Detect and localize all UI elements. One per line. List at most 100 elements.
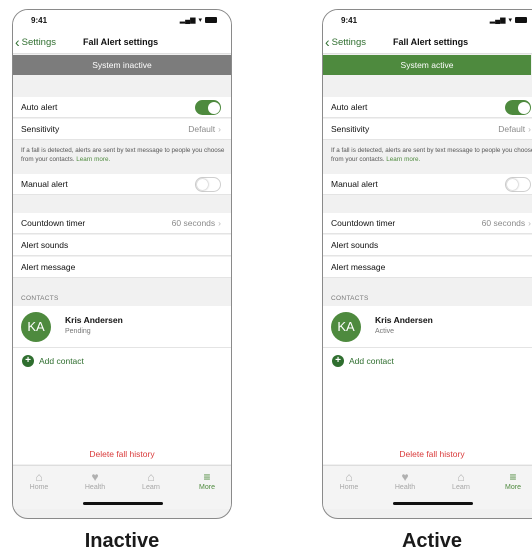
phone-screen-active: 9:41 ▂▄▆ ▾ ‹ Settings Fall Alert setting… (322, 9, 532, 519)
auto-alert-toggle[interactable] (195, 100, 221, 115)
manual-alert-row: Manual alert (323, 174, 532, 195)
back-button[interactable]: ‹ Settings (15, 34, 56, 50)
signal-icon: ▂▄▆ (489, 17, 506, 24)
delete-fall-history-button[interactable]: Delete fall history (13, 444, 231, 464)
contact-card[interactable]: KA Kris Andersen Pending (13, 306, 231, 348)
add-contact-button[interactable]: + Add contact (323, 348, 532, 374)
alert-message-label: Alert message (21, 262, 76, 272)
alert-sounds-row[interactable]: Alert sounds (13, 235, 231, 256)
alert-message-row[interactable]: Alert message (323, 257, 532, 278)
system-status-banner: System inactive (13, 55, 231, 75)
home-indicator (83, 502, 163, 505)
chevron-right-icon: › (218, 124, 221, 134)
countdown-label: Countdown timer (331, 218, 396, 228)
sensitivity-value: Default (188, 124, 216, 134)
tab-more[interactable]: ≡ More (187, 470, 227, 491)
back-button[interactable]: ‹ Settings (325, 34, 366, 50)
status-time: 9:41 (341, 16, 358, 25)
status-bar: 9:41 ▂▄▆ ▾ (13, 10, 231, 32)
delete-fall-history-button[interactable]: Delete fall history (323, 444, 532, 464)
alert-sounds-row[interactable]: Alert sounds (323, 235, 532, 256)
signal-icon: ▂▄▆ (179, 17, 196, 24)
tab-learn[interactable]: ⌂ Learn (131, 470, 171, 491)
wifi-icon: ▾ (198, 17, 202, 24)
chevron-left-icon: ‹ (325, 34, 330, 50)
back-label: Settings (21, 36, 56, 48)
plus-icon: + (22, 355, 34, 367)
tab-bar: ⌂ Home ♥ Health ⌂ Learn ≡ More (13, 465, 231, 509)
graduation-cap-icon: ⌂ (457, 470, 465, 484)
menu-icon: ≡ (203, 470, 211, 484)
page-title: Fall Alert settings (83, 37, 159, 47)
alert-message-row[interactable]: Alert message (13, 257, 231, 278)
contacts-spacer (13, 374, 231, 444)
tab-health[interactable]: ♥ Health (75, 470, 115, 491)
tab-home[interactable]: ⌂ Home (19, 470, 59, 491)
sensitivity-value: Default (498, 124, 526, 134)
chevron-left-icon: ‹ (15, 34, 20, 50)
tab-bar: ⌂ Home ♥ Health ⌂ Learn ≡ More (323, 465, 532, 509)
system-status-banner: System active (323, 55, 531, 75)
sensitivity-row[interactable]: Sensitivity Default › (323, 119, 532, 140)
add-contact-label: Add contact (349, 356, 394, 366)
tab-health[interactable]: ♥ Health (385, 470, 425, 491)
screen-caption-inactive: Inactive (84, 530, 160, 552)
fall-info-text: If a fall is detected, alerts are sent b… (331, 147, 532, 163)
learn-more-link[interactable]: Learn more. (76, 156, 110, 163)
home-icon: ⌂ (345, 470, 353, 484)
contact-name: Kris Andersen (65, 315, 123, 325)
tab-home[interactable]: ⌂ Home (329, 470, 369, 491)
sensitivity-label: Sensitivity (21, 124, 60, 134)
auto-alert-row: Auto alert (323, 97, 532, 118)
auto-alert-row: Auto alert (13, 97, 231, 118)
status-bar: 9:41 ▂▄▆ ▾ (323, 10, 532, 32)
battery-icon (205, 17, 217, 23)
chevron-right-icon: › (528, 124, 531, 134)
countdown-value: 60 seconds (171, 218, 216, 228)
add-contact-label: Add contact (39, 356, 84, 366)
screen-caption-active: Active (401, 530, 463, 552)
alert-message-label: Alert message (331, 262, 386, 272)
plus-icon: + (332, 355, 344, 367)
system-icons: ▂▄▆ ▾ (180, 16, 217, 24)
manual-alert-row: Manual alert (13, 174, 231, 195)
tab-learn[interactable]: ⌂ Learn (441, 470, 481, 491)
manual-alert-label: Manual alert (21, 179, 68, 189)
manual-alert-toggle[interactable] (195, 177, 221, 192)
navigation-bar: ‹ Settings Fall Alert settings (323, 32, 532, 54)
manual-alert-label: Manual alert (331, 179, 378, 189)
countdown-timer-row[interactable]: Countdown timer 60 seconds › (13, 213, 231, 234)
chevron-right-icon: › (528, 218, 531, 228)
home-indicator (393, 502, 473, 505)
auto-alert-label: Auto alert (21, 102, 58, 112)
tab-more[interactable]: ≡ More (493, 470, 532, 491)
contacts-header: CONTACTS (331, 295, 369, 302)
fall-info-text: If a fall is detected, alerts are sent b… (21, 147, 225, 163)
sensitivity-label: Sensitivity (331, 124, 370, 134)
navigation-bar: ‹ Settings Fall Alert settings (13, 32, 231, 54)
auto-alert-label: Auto alert (331, 102, 368, 112)
sensitivity-row[interactable]: Sensitivity Default › (13, 119, 231, 140)
phone-screen-inactive: 9:41 ▂▄▆ ▾ ‹ Settings Fall Alert setting… (12, 9, 232, 519)
contacts-spacer (323, 374, 532, 444)
contact-card[interactable]: KA Kris Andersen Active (323, 306, 532, 348)
menu-icon: ≡ (509, 470, 517, 484)
heart-icon: ♥ (91, 470, 99, 484)
countdown-value: 60 seconds (481, 218, 526, 228)
status-time: 9:41 (31, 16, 48, 25)
countdown-timer-row[interactable]: Countdown timer 60 seconds › (323, 213, 532, 234)
contact-status: Pending (65, 328, 91, 335)
back-label: Settings (331, 36, 366, 48)
home-icon: ⌂ (35, 470, 43, 484)
learn-more-link[interactable]: Learn more. (386, 156, 420, 163)
wifi-icon: ▾ (508, 17, 512, 24)
avatar: KA (21, 312, 51, 342)
alert-sounds-label: Alert sounds (21, 240, 69, 250)
manual-alert-toggle[interactable] (505, 177, 531, 192)
countdown-label: Countdown timer (21, 218, 86, 228)
graduation-cap-icon: ⌂ (147, 470, 155, 484)
contacts-header: CONTACTS (21, 295, 59, 302)
add-contact-button[interactable]: + Add contact (13, 348, 231, 374)
auto-alert-toggle[interactable] (505, 100, 531, 115)
alert-sounds-label: Alert sounds (331, 240, 379, 250)
